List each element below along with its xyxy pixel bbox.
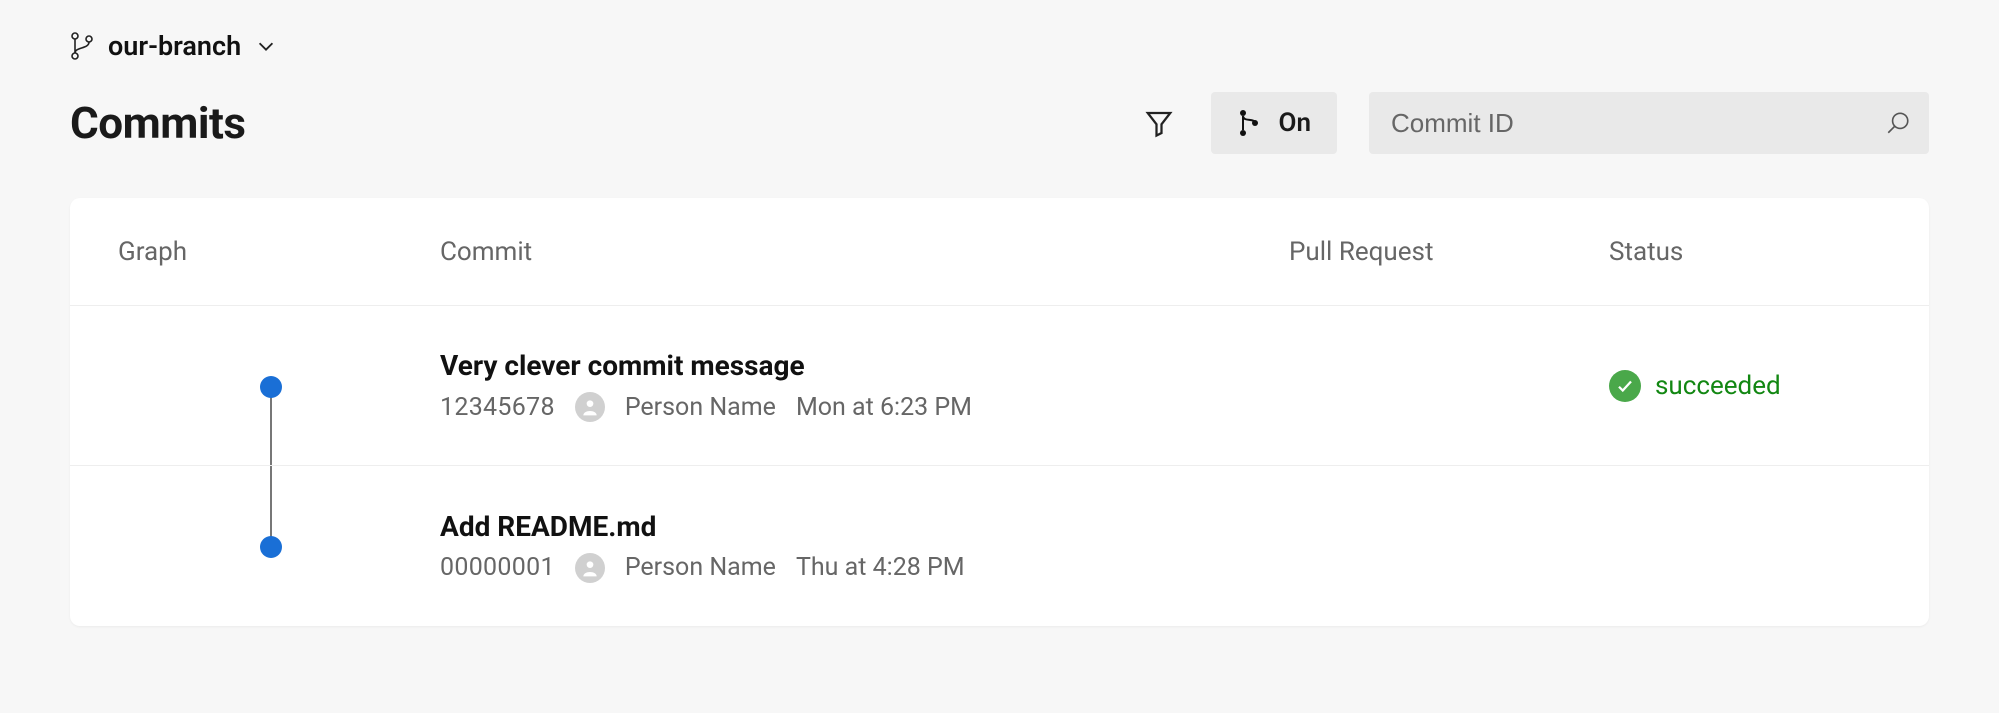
graph-cell	[70, 306, 440, 465]
chevron-down-icon	[255, 35, 277, 57]
branch-selector[interactable]: our-branch	[70, 30, 1929, 62]
commit-time: Thu at 4:28 PM	[796, 553, 965, 582]
commit-search-input[interactable]	[1369, 92, 1929, 154]
person-icon	[580, 397, 600, 417]
col-status: Status	[1609, 237, 1929, 267]
commit-hash[interactable]: 00000001	[440, 553, 555, 582]
graph-toggle-label: On	[1279, 108, 1311, 138]
col-graph: Graph	[70, 237, 440, 267]
commit-hash[interactable]: 12345678	[440, 393, 555, 422]
commit-message[interactable]: Very clever commit message	[440, 349, 1289, 382]
avatar	[575, 553, 605, 583]
graph-dot	[260, 376, 282, 398]
graph-dot	[260, 536, 282, 558]
commit-cell: Very clever commit message 12345678 Pers…	[440, 349, 1289, 422]
table-header: Graph Commit Pull Request Status	[70, 198, 1929, 306]
col-commit: Commit	[440, 237, 1289, 267]
check-icon	[1616, 377, 1634, 395]
commit-author[interactable]: Person Name	[625, 553, 776, 582]
commit-meta: 12345678 Person Name Mon at 6:23 PM	[440, 392, 1289, 422]
graph-cell	[70, 466, 440, 626]
col-pull-request: Pull Request	[1289, 237, 1609, 267]
commits-table: Graph Commit Pull Request Status Very cl…	[70, 198, 1929, 626]
filter-button[interactable]	[1129, 92, 1189, 154]
graph-toggle[interactable]: On	[1211, 92, 1337, 154]
graph-icon	[1237, 108, 1261, 138]
status-cell[interactable]: succeeded	[1609, 370, 1929, 402]
funnel-icon	[1144, 108, 1174, 138]
table-row[interactable]: Very clever commit message 12345678 Pers…	[70, 306, 1929, 466]
commit-search[interactable]	[1369, 92, 1929, 154]
person-icon	[580, 558, 600, 578]
commit-cell: Add README.md 00000001 Person Name Thu a…	[440, 510, 1289, 583]
header-row: Commits On	[70, 92, 1929, 154]
status-label: succeeded	[1655, 371, 1781, 401]
page-title: Commits	[70, 97, 246, 149]
avatar	[575, 392, 605, 422]
commit-message[interactable]: Add README.md	[440, 510, 1289, 543]
graph-line	[270, 466, 272, 546]
table-row[interactable]: Add README.md 00000001 Person Name Thu a…	[70, 466, 1929, 626]
search-icon	[1885, 110, 1911, 136]
commit-meta: 00000001 Person Name Thu at 4:28 PM	[440, 553, 1289, 583]
branch-name: our-branch	[108, 30, 241, 62]
status-badge-success	[1609, 370, 1641, 402]
commit-time: Mon at 6:23 PM	[796, 393, 972, 422]
commit-author[interactable]: Person Name	[625, 393, 776, 422]
branch-icon	[70, 31, 94, 61]
